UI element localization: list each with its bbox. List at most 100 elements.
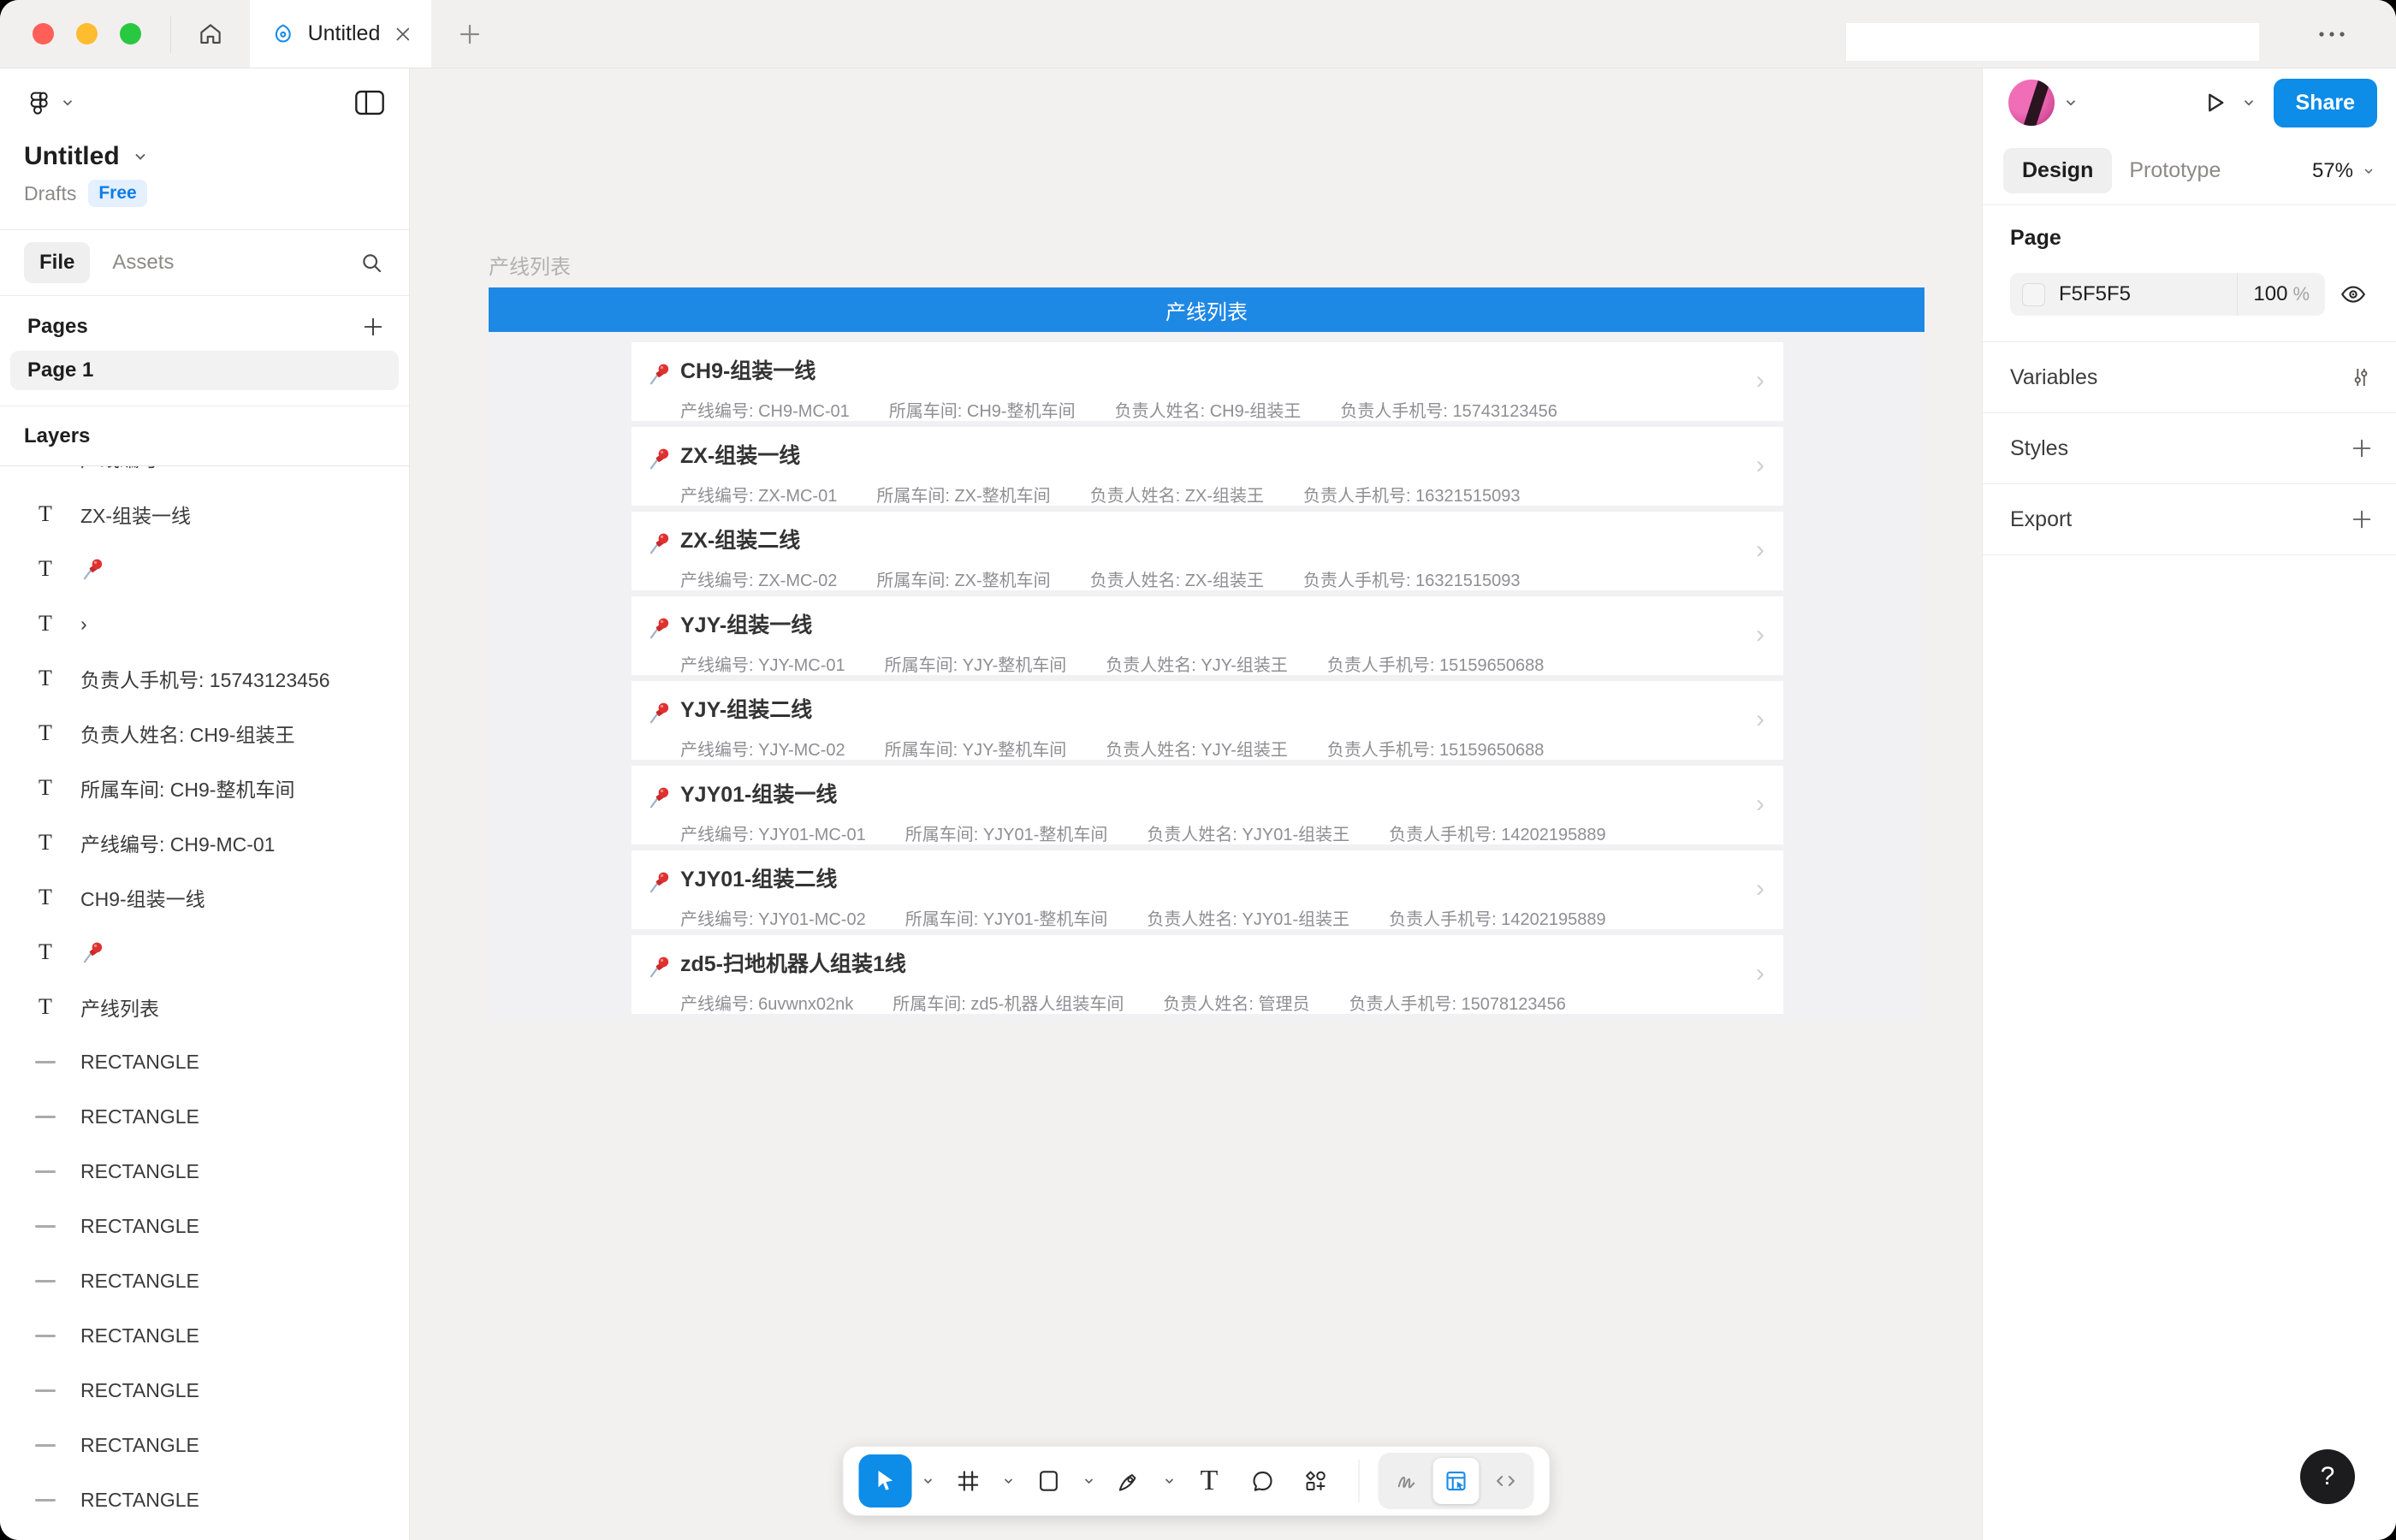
chevron-down-icon xyxy=(921,1474,934,1488)
production-line-card[interactable]: zd5-扫地机器人组装1线 产线编号: 6uvwnx02nk 所属车间: zd5… xyxy=(632,935,1783,1014)
styles-section[interactable]: Styles xyxy=(1983,413,2396,484)
chevron-down-icon[interactable] xyxy=(132,148,149,165)
new-tab-button[interactable] xyxy=(431,0,508,68)
pen-tool-menu[interactable] xyxy=(1158,1454,1180,1507)
layer-row[interactable]: T 所属车间: CH9-整机车间 xyxy=(0,761,409,815)
visibility-toggle[interactable] xyxy=(2339,280,2368,309)
fullscreen-window-button[interactable] xyxy=(120,23,141,44)
variables-section[interactable]: Variables xyxy=(1983,342,2396,413)
tab-assets[interactable]: Assets xyxy=(97,242,189,283)
layer-row[interactable]: RECTANGLE xyxy=(0,1199,409,1253)
dev-mode-button[interactable] xyxy=(1482,1458,1528,1504)
share-button[interactable]: Share xyxy=(2274,79,2377,127)
plan-badge[interactable]: Free xyxy=(88,180,146,207)
layer-row[interactable]: T xyxy=(0,925,409,980)
production-line-card[interactable]: CH9-组装一线 产线编号: CH9-MC-01 所属车间: CH9-整机车间 … xyxy=(632,342,1783,421)
tab-file[interactable]: File xyxy=(24,242,90,283)
more-menu-button[interactable] xyxy=(2293,0,2370,68)
plus-icon xyxy=(457,21,483,47)
row-chevron-icon[interactable]: › xyxy=(1756,622,1764,648)
tab-prototype[interactable]: Prototype xyxy=(2112,148,2238,193)
comment-tool-button[interactable] xyxy=(1238,1454,1286,1507)
toggle-sidebar-button[interactable] xyxy=(354,90,385,116)
opacity-value[interactable]: 100 xyxy=(2253,282,2287,306)
layer-row[interactable]: T › xyxy=(0,596,409,651)
add-style-button[interactable] xyxy=(2350,436,2374,460)
home-button[interactable] xyxy=(171,0,250,68)
row-chevron-icon[interactable]: › xyxy=(1756,537,1764,563)
canvas[interactable]: 产线列表 产线列表 CH9-组装一线 产线编号: CH9-MC-01 所属车间:… xyxy=(410,68,1982,1540)
layer-row[interactable]: T xyxy=(0,542,409,596)
more-icon xyxy=(2317,30,2346,38)
fill-hex-value[interactable]: F5F5F5 xyxy=(2059,282,2237,306)
production-line-card[interactable]: YJY-组装一线 产线编号: YJY-MC-01 所属车间: YJY-整机车间 … xyxy=(632,596,1783,675)
layer-row[interactable]: T 产线编号: CH9-MC-01 xyxy=(0,815,409,870)
production-line-frame[interactable]: 产线列表 CH9-组装一线 产线编号: CH9-MC-01 所属车间: CH9-… xyxy=(489,287,1925,1021)
row-chevron-icon[interactable]: › xyxy=(1756,453,1764,478)
layer-row[interactable]: RECTANGLE xyxy=(0,1034,409,1089)
layer-row[interactable]: T 负责人姓名: CH9-组装王 xyxy=(0,706,409,761)
open-variables-button[interactable] xyxy=(2348,364,2374,390)
tab-design[interactable]: Design xyxy=(2003,148,2112,193)
production-line-card[interactable]: YJY01-组装一线 产线编号: YJY01-MC-01 所属车间: YJY01… xyxy=(632,766,1783,844)
row-chevron-icon[interactable]: › xyxy=(1756,876,1764,902)
file-location[interactable]: Drafts xyxy=(24,182,76,205)
text-layer-icon: T xyxy=(33,830,58,856)
move-tool-button[interactable] xyxy=(858,1454,911,1507)
move-tool-menu[interactable] xyxy=(916,1454,939,1507)
chevron-down-icon xyxy=(60,95,75,110)
layer-row[interactable]: RECTANGLE xyxy=(0,1308,409,1363)
layer-row[interactable]: RECTANGLE xyxy=(0,1472,409,1527)
row-chevron-icon[interactable]: › xyxy=(1756,791,1764,817)
layer-row[interactable]: T 产线列表 xyxy=(0,980,409,1034)
row-chevron-icon[interactable]: › xyxy=(1756,368,1764,394)
production-line-card[interactable]: ZX-组装二线 产线编号: ZX-MC-02 所属车间: ZX-整机车间 负责人… xyxy=(632,512,1783,590)
zoom-level-control[interactable]: 57% xyxy=(2312,159,2375,183)
file-tab-untitled[interactable]: Untitled xyxy=(250,0,431,68)
layer-row[interactable]: RECTANGLE xyxy=(0,1418,409,1472)
text-layer-icon: T xyxy=(33,994,58,1020)
production-line-card[interactable]: YJY-组装二线 产线编号: YJY-MC-02 所属车间: YJY-整机车间 … xyxy=(632,681,1783,760)
layer-row[interactable]: RECTANGLE xyxy=(0,1089,409,1144)
add-page-button[interactable] xyxy=(361,315,385,339)
search-button[interactable] xyxy=(358,249,385,276)
line-shape-icon xyxy=(33,1499,58,1502)
text-tool-button[interactable]: T xyxy=(1185,1454,1233,1507)
production-line-card[interactable]: ZX-组装一线 产线编号: ZX-MC-01 所属车间: ZX-整机车间 负责人… xyxy=(632,427,1783,506)
production-line-card[interactable]: YJY01-组装二线 产线编号: YJY01-MC-02 所属车间: YJY01… xyxy=(632,850,1783,929)
layer-row[interactable]: RECTANGLE xyxy=(0,1144,409,1199)
add-export-button[interactable] xyxy=(2350,507,2374,531)
frame-tool-menu[interactable] xyxy=(997,1454,1019,1507)
page-item-page-1[interactable]: Page 1 xyxy=(10,351,399,390)
layer-row[interactable]: T 负责人手机号: 15743123456 xyxy=(0,651,409,706)
draw-mode-button[interactable] xyxy=(1383,1458,1429,1504)
frame-tool-button[interactable] xyxy=(944,1454,992,1507)
main-menu-button[interactable] xyxy=(24,89,75,116)
row-chevron-icon[interactable]: › xyxy=(1756,961,1764,986)
chevron-down-icon[interactable] xyxy=(2063,95,2079,110)
layer-row[interactable]: RECTANGLE xyxy=(0,1363,409,1418)
tab-bar: Untitled xyxy=(0,0,2396,68)
design-mode-button[interactable] xyxy=(1432,1458,1479,1504)
color-swatch[interactable] xyxy=(2022,283,2045,306)
file-name[interactable]: Untitled xyxy=(24,142,120,171)
layer-row[interactable]: T CH9-组装一线 xyxy=(0,870,409,925)
shape-tool-button[interactable] xyxy=(1024,1454,1072,1507)
close-window-button[interactable] xyxy=(33,23,54,44)
actions-tool-button[interactable] xyxy=(1291,1454,1339,1507)
pen-tool-button[interactable] xyxy=(1105,1454,1153,1507)
present-button[interactable] xyxy=(2200,88,2229,117)
chevron-down-icon[interactable] xyxy=(2241,95,2257,110)
avatar[interactable] xyxy=(2008,80,2055,126)
layer-row[interactable]: RECTANGLE xyxy=(0,1253,409,1308)
minimize-window-button[interactable] xyxy=(76,23,98,44)
row-chevron-icon[interactable]: › xyxy=(1756,707,1764,732)
layer-row[interactable]: T ZX-组装一线 xyxy=(0,487,409,542)
page-fill-control[interactable]: F5F5F5 100 % xyxy=(2010,273,2325,316)
frame-name-label[interactable]: 产线列表 xyxy=(489,250,571,280)
help-button[interactable]: ? xyxy=(2300,1449,2355,1504)
clipped-layer-row[interactable]: T 产线编号: ZX-MC-01 xyxy=(0,466,409,487)
export-section[interactable]: Export xyxy=(1983,484,2396,555)
shape-tool-menu[interactable] xyxy=(1077,1454,1100,1507)
close-tab-icon[interactable] xyxy=(392,23,414,45)
